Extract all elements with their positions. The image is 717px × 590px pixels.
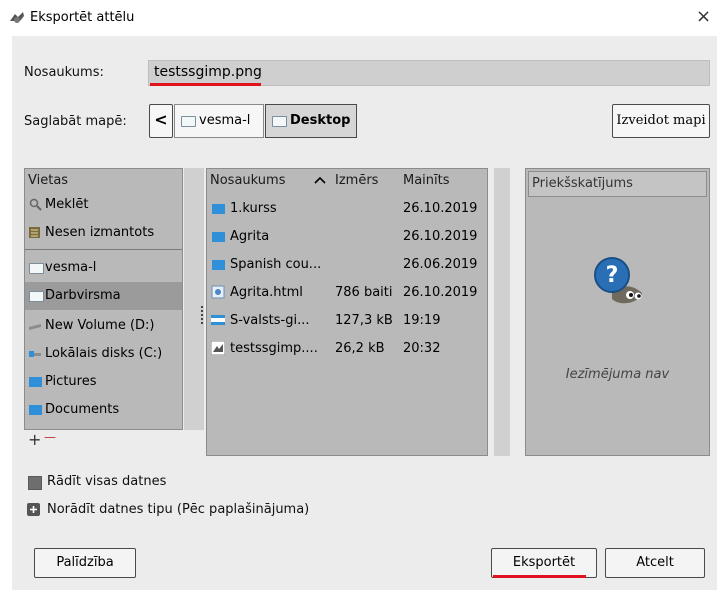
place-item-desktop[interactable]: Darbvirsma [25,282,182,310]
file-modified: 26.10.2019 [403,229,478,244]
folder-icon [181,116,196,127]
folder-icon [29,263,44,274]
place-label: Darbvirsma [45,288,121,303]
place-label: New Volume (D:) [45,318,155,333]
drive-icon [29,324,41,330]
place-label: Lokālais disks (C:) [45,346,163,361]
file-name: S-valsts-gi... [230,313,310,328]
folder-icon [29,377,42,387]
file-name: Agrita.html [230,285,303,300]
place-item-search[interactable]: Meklēt [25,191,182,219]
folder-icon [212,204,225,214]
title-bar: Eksportēt attēlu × [0,0,717,36]
add-place-icon[interactable]: + [28,430,41,449]
help-button[interactable]: Palīdzība [34,548,136,578]
drive-icon [29,351,41,357]
export-button[interactable]: Eksportēt [491,548,597,578]
file-type-expander[interactable] [27,503,40,516]
file-size: 786 baiti [335,285,393,300]
file-name: Agrita [230,229,270,244]
preview-header-box: Priekšskatījums [528,171,707,197]
folder-icon [29,405,42,415]
place-item-vesma-l[interactable]: vesma-l [25,254,182,282]
remove-place-icon[interactable]: — [44,430,56,444]
place-item-drive-d[interactable]: New Volume (D:) [25,312,182,340]
place-label: vesma-l [45,260,97,275]
places-header[interactable]: Vietas [28,173,68,188]
close-icon[interactable]: × [696,6,711,27]
place-label: Nesen izmantots [45,225,155,240]
html-file-icon [211,285,225,299]
file-row[interactable]: Agrita.html 786 baiti 26.10.2019 [207,279,487,307]
place-item-drive-c[interactable]: Lokālais disks (C:) [25,340,182,368]
column-header-modified[interactable]: Mainīts [403,173,450,188]
file-modified: 26.10.2019 [403,201,478,216]
annotation-underline [493,575,586,578]
places-panel: Vietas Meklēt Nesen izmantots vesma-l Da… [24,168,183,430]
cancel-button[interactable]: Atcelt [605,548,705,578]
folder-icon [212,260,225,270]
recent-icon [29,227,40,238]
file-modified: 20:32 [403,341,441,356]
file-row[interactable]: S-valsts-gi... 127,3 kB 19:19 [207,307,487,335]
expand-plus-icon [30,506,37,513]
file-name: 1.kurss [230,201,277,216]
preview-header: Priekšskatījums [532,176,633,191]
gimp-file-icon [211,341,225,355]
window-title: Eksportēt attēlu [30,10,135,25]
preview-empty-text: Iezīmējuma nav [565,367,670,382]
places-separator [25,249,182,250]
save-in-label: Saglabāt mapē: [24,114,127,129]
file-name: Spanish cou... [230,257,322,272]
name-label: Nosaukums: [24,65,104,80]
preview-panel: Priekšskatījums ? Iezīmējuma nav [525,168,710,456]
file-modified: 19:19 [403,313,441,328]
file-size: 127,3 kB [335,313,393,328]
file-name: testssgimp.... [230,341,318,356]
gimp-question-icon: ? [594,257,642,304]
place-item-documents[interactable]: Documents [25,396,182,424]
file-list-panel: Nosaukums Izmērs Mainīts 1.kurss 26.10.2… [206,168,488,456]
place-label: Pictures [45,374,97,389]
places-scrollbar[interactable] [184,168,204,430]
file-modified: 26.06.2019 [403,257,478,272]
folder-icon [272,116,287,127]
place-item-recent[interactable]: Nesen izmantots [25,219,182,247]
file-type-label[interactable]: Norādīt datnes tipu (Pēc paplašinājuma) [47,502,309,517]
show-all-files-label[interactable]: Rādīt visas datnes [47,474,166,489]
filename-value[interactable]: testssgimp.png [154,64,262,80]
create-folder-button[interactable]: Izveidot mapi [612,104,710,138]
crumb-label: Desktop [290,113,351,128]
column-header-name[interactable]: Nosaukums [210,173,285,188]
folder-icon [212,232,225,242]
sort-ascending-icon[interactable] [314,176,326,184]
show-all-files-checkbox[interactable] [28,476,42,490]
file-row[interactable]: 1.kurss 26.10.2019 [207,195,487,223]
annotation-underline [150,83,261,86]
file-list-scrollbar[interactable] [494,168,510,456]
file-size: 26,2 kB [335,341,385,356]
place-label: Documents [45,402,120,417]
place-label: Meklēt [45,197,89,212]
crumb-vesma-l[interactable]: vesma-l [174,104,264,138]
folder-icon [29,291,44,302]
svg-text:?: ? [606,263,619,288]
gimp-logo-icon [10,12,24,23]
back-button[interactable]: < [149,104,173,138]
file-row[interactable]: Spanish cou... 26.06.2019 [207,251,487,279]
crumb-desktop[interactable]: Desktop [265,104,357,138]
file-modified: 26.10.2019 [403,285,478,300]
crumb-label: vesma-l [199,113,251,128]
image-file-icon [211,315,225,325]
file-row[interactable]: testssgimp.... 26,2 kB 20:32 [207,335,487,363]
file-row[interactable]: Agrita 26.10.2019 [207,223,487,251]
column-header-size[interactable]: Izmērs [335,173,378,188]
place-item-pictures[interactable]: Pictures [25,368,182,396]
search-icon [29,198,42,211]
